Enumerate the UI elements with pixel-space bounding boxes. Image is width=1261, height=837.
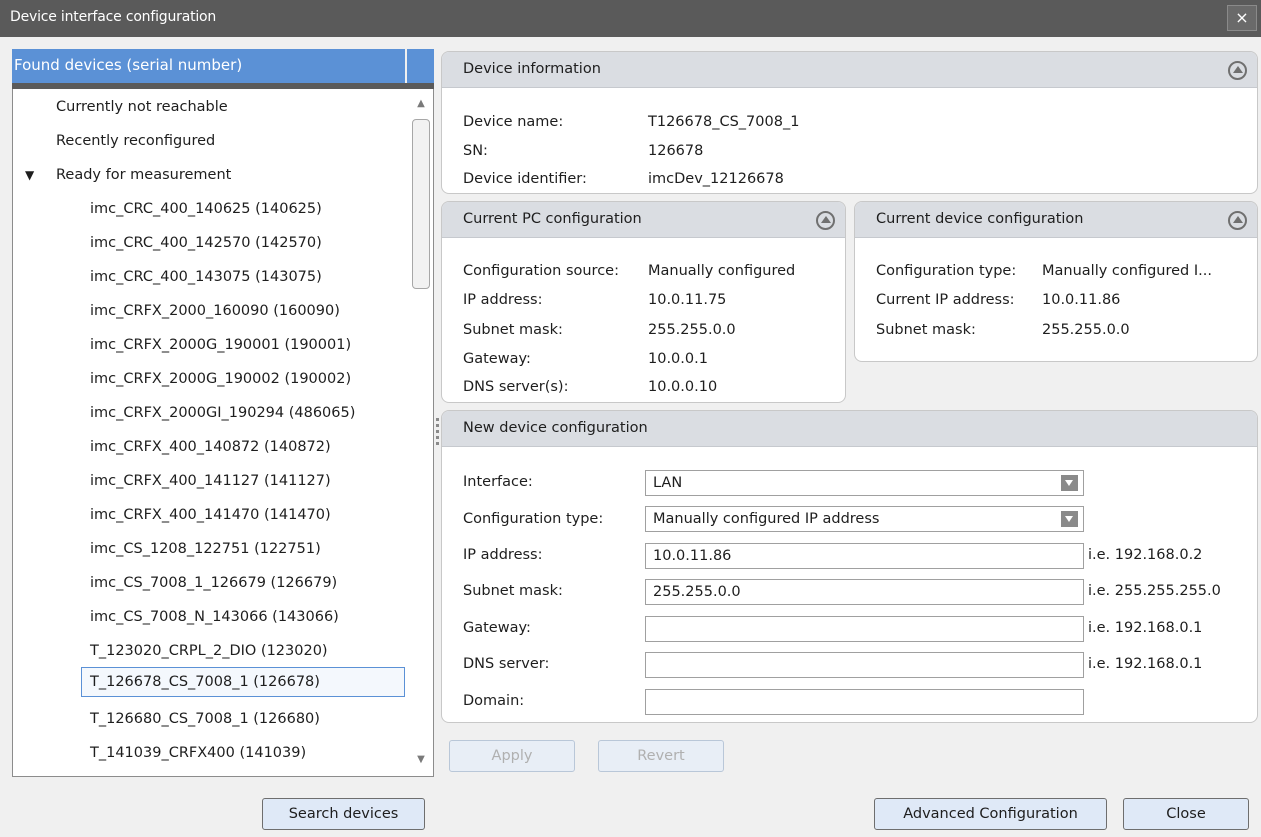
search-devices-button[interactable]: Search devices (262, 798, 425, 830)
group-recently-reconfigured[interactable]: Recently reconfigured (56, 126, 215, 156)
pc-dns-value: 10.0.0.10 (648, 379, 718, 395)
group-ready-for-measurement: Ready for measurement (56, 167, 232, 183)
device-information-header[interactable]: Device information (442, 52, 1257, 88)
device-identifier-label: Device identifier: (463, 171, 587, 187)
device-information-title: Device information (463, 61, 601, 77)
revert-button[interactable]: Revert (598, 740, 724, 772)
device-item-selected[interactable]: T_126678_CS_7008_1 (126678) (81, 667, 405, 697)
pc-configuration-title: Current PC configuration (463, 211, 642, 227)
device-item[interactable]: imc_CRFX_400_141127 (141127) (90, 466, 331, 496)
collapse-up-icon[interactable] (1228, 211, 1247, 230)
scroll-down-icon[interactable]: ▼ (414, 753, 428, 767)
current-ip-label: Current IP address: (876, 292, 1015, 308)
device-name-label: Device name: (463, 114, 564, 130)
device-item[interactable]: T_123020_CRPL_2_DIO (123020) (90, 636, 328, 666)
device-subnet-label: Subnet mask: (876, 322, 976, 338)
interface-label: Interface: (463, 474, 533, 490)
domain-label: Domain: (463, 693, 525, 709)
device-configuration-header[interactable]: Current device configuration (855, 202, 1257, 238)
pc-configuration-panel: Current PC configuration Configuration s… (441, 201, 846, 403)
current-ip-value: 10.0.11.86 (1042, 292, 1121, 308)
ip-address-label: IP address: (463, 547, 543, 563)
window-title: Device interface configuration (10, 9, 217, 25)
dns-server-input[interactable] (645, 652, 1084, 678)
domain-input[interactable] (645, 689, 1084, 715)
new-configuration-panel: New device configuration Interface: LAN … (441, 410, 1258, 723)
scroll-thumb[interactable] (412, 119, 430, 289)
config-type-select-label: Configuration type: (463, 511, 604, 527)
device-item[interactable]: imc_CS_1208_122751 (122751) (90, 534, 321, 564)
device-configuration-title: Current device configuration (876, 211, 1084, 227)
title-bar: Device interface configuration × (0, 0, 1261, 37)
config-type-select[interactable]: Manually configured IP address (645, 506, 1084, 532)
device-item[interactable]: imc_CRC_400_142570 (142570) (90, 228, 322, 258)
pc-gateway-label: Gateway: (463, 351, 531, 367)
device-item[interactable]: imc_CRFX_2000_160090 (160090) (90, 296, 340, 326)
device-tree: Currently not reachable Recently reconfi… (12, 89, 434, 777)
pc-subnet-label: Subnet mask: (463, 322, 563, 338)
subnet-mask-label: Subnet mask: (463, 583, 563, 599)
config-type-select-value: Manually configured IP address (653, 511, 880, 527)
pane-splitter-handle[interactable] (436, 418, 439, 448)
found-devices-pane: Found devices (serial number) Currently … (12, 49, 434, 777)
new-configuration-title: New device configuration (463, 420, 648, 436)
dropdown-arrow-icon[interactable] (1061, 511, 1078, 527)
group-ready-row[interactable]: ▼ Ready for measurement (13, 160, 393, 190)
apply-button[interactable]: Apply (449, 740, 575, 772)
device-subnet-value: 255.255.0.0 (1042, 322, 1130, 338)
interface-select[interactable]: LAN (645, 470, 1084, 496)
pc-ip-value: 10.0.11.75 (648, 292, 727, 308)
new-configuration-header: New device configuration (442, 411, 1257, 447)
device-item[interactable]: imc_CRFX_400_141470 (141470) (90, 500, 331, 530)
device-item[interactable]: T_141039_CRFX400 (141039) (90, 738, 306, 768)
pc-gateway-value: 10.0.0.1 (648, 351, 708, 367)
device-item[interactable]: imc_CRFX_400_140872 (140872) (90, 432, 331, 462)
group-not-reachable[interactable]: Currently not reachable (56, 92, 228, 122)
scroll-up-icon[interactable]: ▲ (414, 97, 428, 111)
device-item[interactable]: imc_CRFX_2000GI_190294 (486065) (90, 398, 355, 428)
collapse-up-icon[interactable] (1228, 61, 1247, 80)
device-list-scrollbar[interactable]: ▲ ▼ (411, 91, 431, 773)
gateway-label: Gateway: (463, 620, 531, 636)
pc-configuration-header[interactable]: Current PC configuration (442, 202, 845, 238)
device-configuration-panel: Current device configuration Configurati… (854, 201, 1258, 362)
pc-subnet-value: 255.255.0.0 (648, 322, 736, 338)
config-source-label: Configuration source: (463, 263, 619, 279)
header-corner (407, 49, 434, 83)
sn-value: 126678 (648, 143, 704, 159)
device-item[interactable]: imc_CS_7008_1_126679 (126679) (90, 568, 337, 598)
gateway-hint: i.e. 192.168.0.1 (1088, 620, 1203, 636)
device-item[interactable]: imc_CRFX_2000G_190002 (190002) (90, 364, 351, 394)
device-item[interactable]: imc_CRFX_2000G_190001 (190001) (90, 330, 351, 360)
dropdown-arrow-icon[interactable] (1061, 475, 1078, 491)
config-source-value: Manually configured (648, 263, 796, 279)
close-button[interactable]: Close (1123, 798, 1249, 830)
device-item[interactable]: T_126680_CS_7008_1 (126680) (90, 704, 320, 734)
pc-ip-label: IP address: (463, 292, 543, 308)
expand-arrow-icon[interactable]: ▼ (25, 160, 34, 190)
sn-label: SN: (463, 143, 488, 159)
ip-address-hint: i.e. 192.168.0.2 (1088, 547, 1203, 563)
device-name-value: T126678_CS_7008_1 (648, 114, 800, 130)
device-item[interactable]: imc_CS_7008_N_143066 (143066) (90, 602, 339, 632)
dns-server-hint: i.e. 192.168.0.1 (1088, 656, 1203, 672)
pc-dns-label: DNS server(s): (463, 379, 569, 395)
subnet-mask-hint: i.e. 255.255.255.0 (1088, 583, 1221, 599)
collapse-up-icon[interactable] (816, 211, 835, 230)
device-item[interactable]: imc_CRC_400_140625 (140625) (90, 194, 322, 224)
ip-address-input[interactable]: 10.0.11.86 (645, 543, 1084, 569)
device-information-panel: Device information Device name: T126678_… (441, 51, 1258, 194)
config-type-label: Configuration type: (876, 263, 1017, 279)
close-icon[interactable]: × (1227, 5, 1257, 31)
found-devices-header: Found devices (serial number) (12, 49, 405, 83)
interface-select-value: LAN (653, 475, 683, 491)
subnet-mask-input[interactable]: 255.255.0.0 (645, 579, 1084, 605)
gateway-input[interactable] (645, 616, 1084, 642)
dns-server-label: DNS server: (463, 656, 550, 672)
device-identifier-value: imcDev_12126678 (648, 171, 784, 187)
config-type-value: Manually configured I... (1042, 263, 1212, 279)
device-item[interactable]: imc_CRC_400_143075 (143075) (90, 262, 322, 292)
advanced-configuration-button[interactable]: Advanced Configuration (874, 798, 1107, 830)
